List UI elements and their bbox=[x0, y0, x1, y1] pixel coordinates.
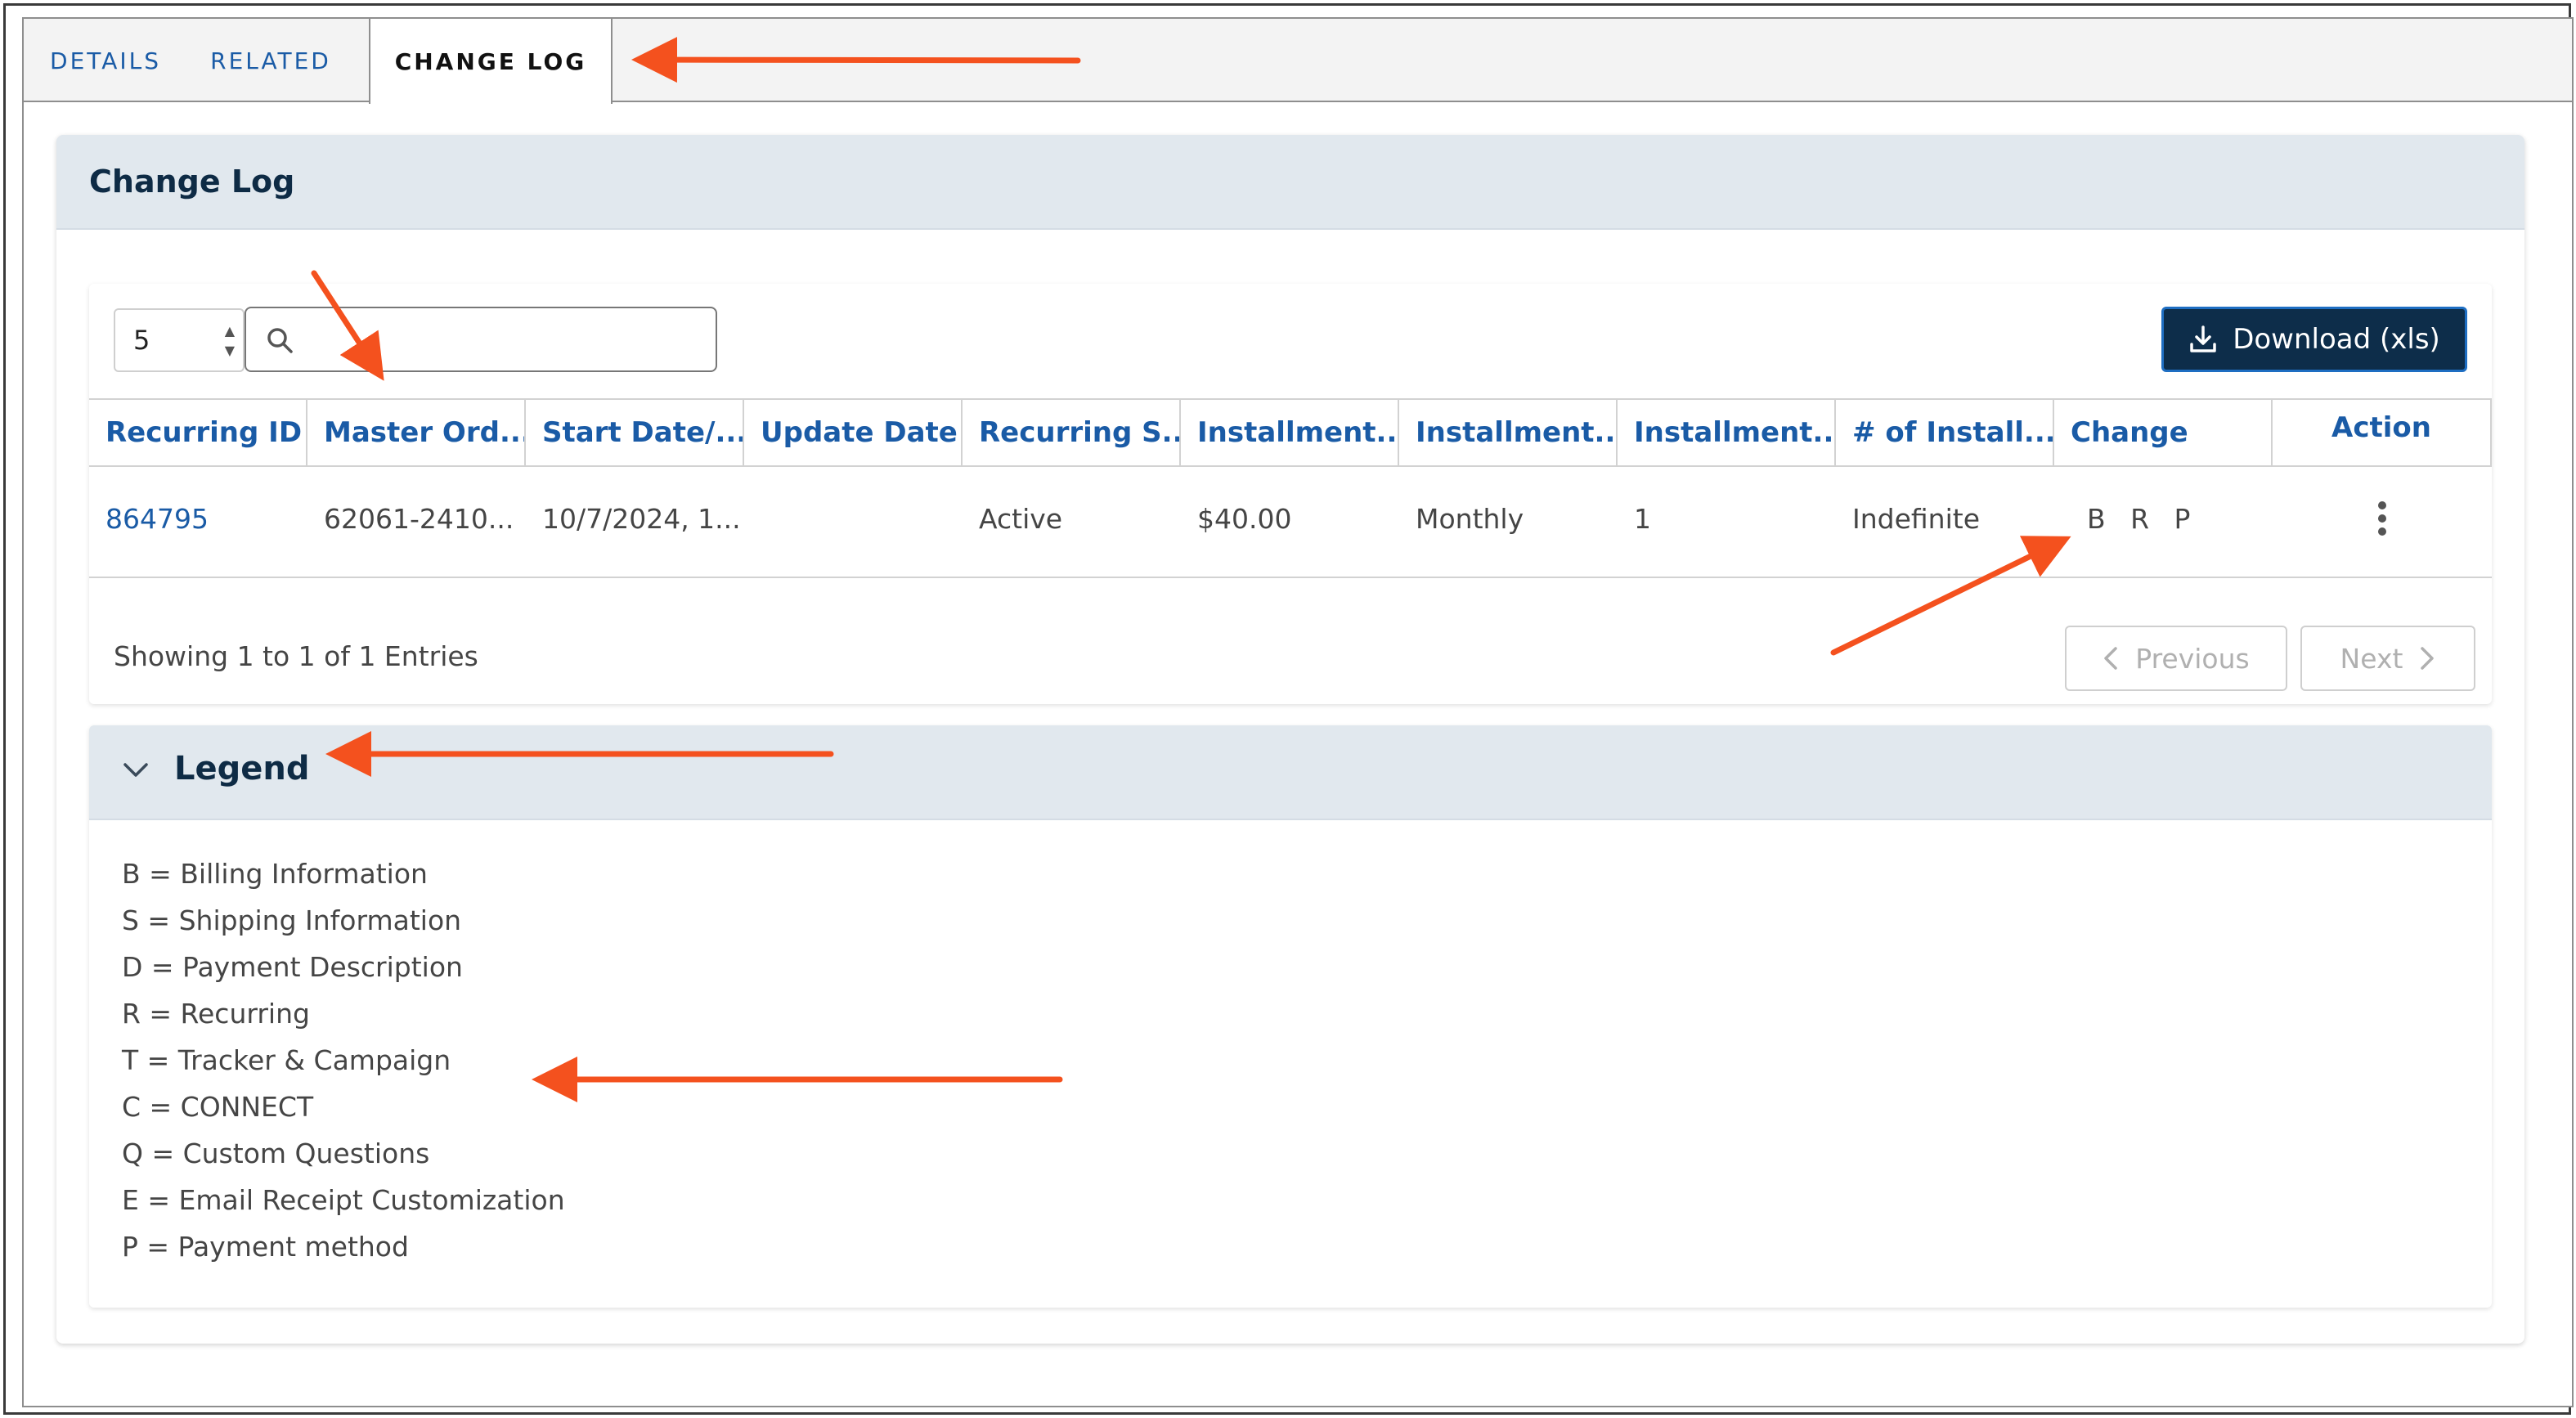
column-header-num-installments[interactable]: # of Install... bbox=[1836, 400, 2054, 465]
column-header-action: Action bbox=[2273, 400, 2492, 465]
change-log-table-panel: 5 ▲ ▼ Download (xls) Recurring ID Master… bbox=[89, 284, 2492, 704]
entries-summary: Showing 1 to 1 of 1 Entries bbox=[114, 640, 478, 672]
legend-title: Legend bbox=[174, 750, 310, 788]
column-header-installment-frequency[interactable]: Installment... bbox=[1399, 400, 1618, 465]
download-icon bbox=[2190, 325, 2216, 352]
column-header-start-date[interactable]: Start Date/... bbox=[526, 400, 744, 465]
search-icon bbox=[267, 328, 293, 353]
search-field[interactable] bbox=[245, 307, 717, 372]
legend-item: E = Email Receipt Customization bbox=[122, 1184, 565, 1216]
installment-count-cell: 1 bbox=[1634, 502, 1651, 535]
column-header-installment-count[interactable]: Installment... bbox=[1618, 400, 1836, 465]
installment-frequency-cell: Monthly bbox=[1416, 502, 1524, 535]
table-row: 864795 62061-2410... 10/7/2024, 1... Act… bbox=[89, 467, 2492, 578]
column-header-recurring-id[interactable]: Recurring ID bbox=[89, 400, 307, 465]
tab-change-log[interactable]: CHANGE LOG bbox=[369, 19, 613, 104]
chevron-right-icon bbox=[2421, 647, 2435, 670]
table-header-row: Recurring ID Master Ord... Start Date/..… bbox=[89, 398, 2492, 467]
change-codes-cell: B R P bbox=[2087, 502, 2199, 535]
row-action-cell bbox=[2273, 467, 2492, 577]
download-xls-button[interactable]: Download (xls) bbox=[2161, 307, 2467, 372]
card-title: Change Log bbox=[56, 135, 2524, 230]
installment-amount-cell: $40.00 bbox=[1197, 502, 1292, 535]
record-panel: DETAILS RELATED CHANGE LOG Change Log 5 … bbox=[22, 17, 2574, 1407]
tab-details[interactable]: DETAILS bbox=[24, 19, 187, 102]
column-header-recurring-status[interactable]: Recurring S... bbox=[963, 400, 1181, 465]
legend-item: B = Billing Information bbox=[122, 858, 428, 890]
legend-item: C = CONNECT bbox=[122, 1091, 314, 1123]
chevron-left-icon bbox=[2104, 647, 2118, 670]
column-header-master-order[interactable]: Master Ord... bbox=[307, 400, 526, 465]
recurring-id-link[interactable]: 864795 bbox=[89, 467, 307, 577]
legend-item: S = Shipping Information bbox=[122, 904, 462, 936]
legend-item: D = Payment Description bbox=[122, 951, 463, 983]
kebab-menu-icon[interactable] bbox=[2376, 500, 2388, 536]
legend-item: Q = Custom Questions bbox=[122, 1138, 430, 1169]
change-log-card: Change Log 5 ▲ ▼ Download (xls) Recurrin… bbox=[56, 135, 2524, 1344]
legend-panel: Legend B = Billing Information S = Shipp… bbox=[89, 725, 2492, 1308]
tab-bar: DETAILS RELATED CHANGE LOG bbox=[24, 19, 2572, 104]
search-input[interactable] bbox=[303, 316, 704, 362]
legend-item: T = Tracker & Campaign bbox=[122, 1044, 451, 1076]
start-date-cell: 10/7/2024, 1... bbox=[542, 502, 741, 535]
page-size-value: 5 bbox=[133, 325, 150, 356]
change-log-table: Recurring ID Master Ord... Start Date/..… bbox=[89, 398, 2492, 578]
legend-item: P = Payment method bbox=[122, 1231, 409, 1263]
master-order-cell: 62061-2410... bbox=[324, 502, 514, 535]
column-header-change[interactable]: Change bbox=[2054, 400, 2273, 465]
screenshot-frame: DETAILS RELATED CHANGE LOG Change Log 5 … bbox=[3, 3, 2574, 1415]
tab-related[interactable]: RELATED bbox=[187, 19, 354, 102]
chevron-down-icon[interactable] bbox=[122, 761, 150, 779]
update-date-cell bbox=[744, 467, 963, 577]
legend-item: R = Recurring bbox=[122, 998, 310, 1030]
page-size-select[interactable]: 5 ▲ ▼ bbox=[114, 308, 245, 372]
legend-list: B = Billing Information S = Shipping Inf… bbox=[122, 858, 565, 1277]
legend-toggle[interactable]: Legend bbox=[89, 725, 2492, 820]
spinner-arrows-icon[interactable]: ▲ ▼ bbox=[225, 321, 235, 361]
previous-page-button[interactable]: Previous bbox=[2065, 626, 2287, 691]
column-header-installment-amount[interactable]: Installment... bbox=[1181, 400, 1399, 465]
previous-label: Previous bbox=[2135, 642, 2250, 675]
download-button-label: Download (xls) bbox=[2233, 323, 2440, 356]
next-label: Next bbox=[2340, 642, 2403, 675]
column-header-update-date[interactable]: Update Date bbox=[744, 400, 963, 465]
next-page-button[interactable]: Next bbox=[2300, 626, 2475, 691]
num-installments-cell: Indefinite bbox=[1852, 502, 1981, 535]
recurring-status-cell: Active bbox=[979, 502, 1063, 535]
